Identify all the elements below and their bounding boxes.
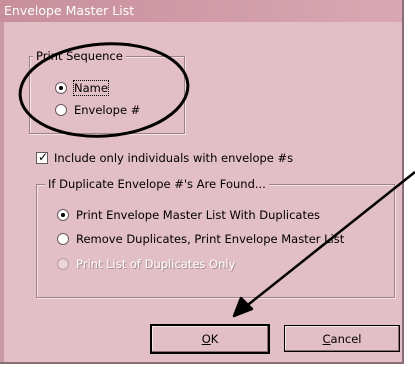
cancel-button[interactable]: Cancel [284, 325, 400, 352]
radio-envelope-button[interactable] [55, 104, 67, 116]
dialog-window: Envelope Master List Print Sequence Name… [0, 0, 404, 364]
include-only-label: Include only individuals with envelope #… [54, 151, 294, 165]
print-sequence-legend: Print Sequence [33, 49, 126, 63]
title-bar[interactable]: Envelope Master List [0, 0, 402, 22]
duplicates-legend: If Duplicate Envelope #'s Are Found... [45, 177, 269, 191]
radio-print-duplicates-only: Print List of Duplicates Only [57, 256, 235, 272]
radio-remove-duplicates-button[interactable] [57, 233, 69, 245]
radio-print-with-duplicates-button[interactable] [57, 209, 69, 221]
radio-remove-duplicates[interactable]: Remove Duplicates, Print Envelope Master… [57, 231, 344, 247]
radio-remove-duplicates-label: Remove Duplicates, Print Envelope Master… [76, 232, 345, 246]
window-title: Envelope Master List [4, 3, 135, 18]
window-left-border [0, 22, 4, 362]
include-only-checkbox[interactable]: ✓ [36, 150, 49, 164]
radio-print-with-duplicates[interactable]: Print Envelope Master List With Duplicat… [57, 207, 320, 223]
radio-print-by-envelope[interactable]: Envelope # [55, 102, 140, 118]
radio-print-by-name[interactable]: Name [55, 80, 109, 96]
checkmark-icon: ✓ [38, 150, 49, 164]
ok-button-label: OK [201, 332, 219, 346]
radio-print-duplicates-only-label: Print List of Duplicates Only [76, 257, 236, 271]
radio-name-button[interactable] [55, 82, 67, 94]
radio-print-with-duplicates-label: Print Envelope Master List With Duplicat… [76, 208, 321, 222]
cancel-button-label: Cancel [322, 331, 362, 346]
radio-print-duplicates-only-button [57, 258, 69, 270]
radio-name-label: Name [73, 80, 109, 96]
include-only-checkbox-row[interactable]: ✓ Include only individuals with envelope… [36, 150, 293, 166]
radio-envelope-label: Envelope # [74, 103, 141, 117]
ok-button[interactable]: OK [150, 324, 270, 354]
